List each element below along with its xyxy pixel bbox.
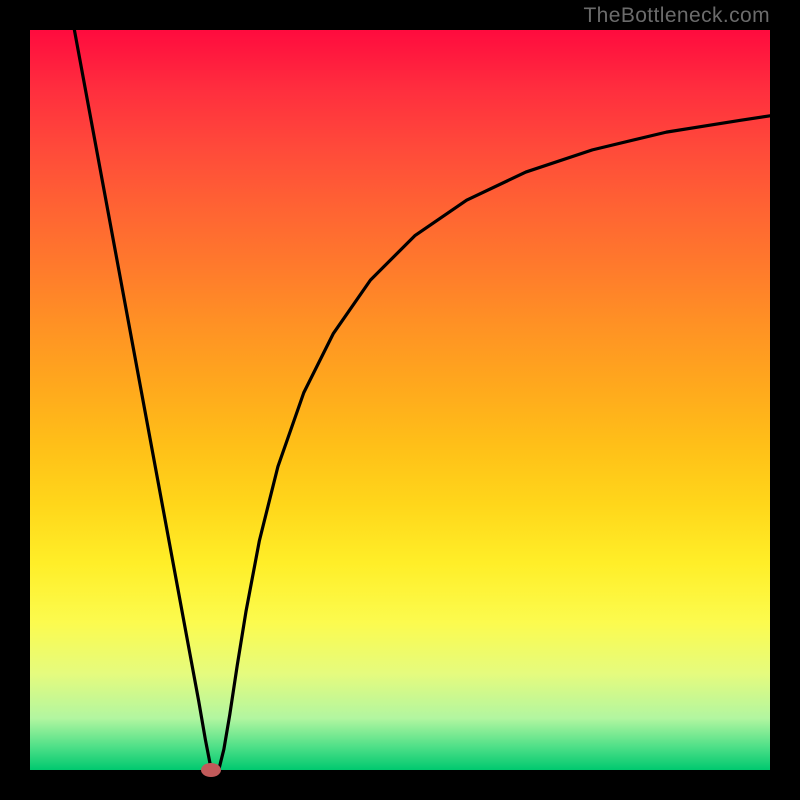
attribution-text: TheBottleneck.com	[583, 4, 770, 28]
gradient-plot-area	[30, 30, 770, 770]
minimum-dot-icon	[201, 763, 221, 777]
chart-container: TheBottleneck.com	[0, 0, 800, 800]
